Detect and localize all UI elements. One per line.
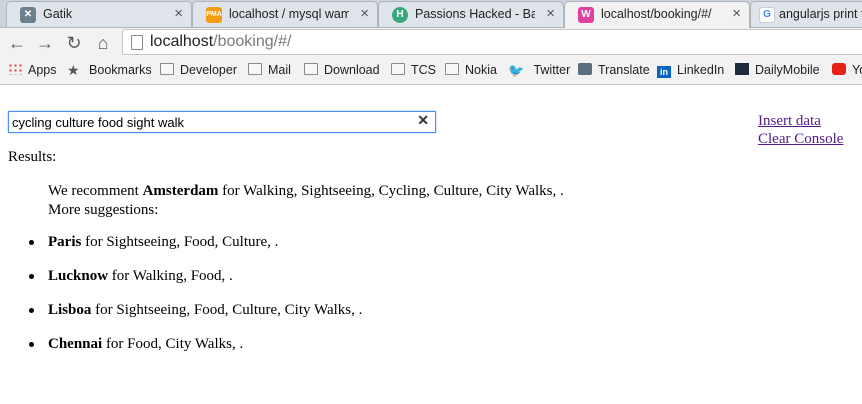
folder-icon [304, 63, 318, 75]
action-links: Insert data Clear Console [758, 112, 843, 148]
search-field[interactable]: ✕ [8, 111, 436, 133]
url-path: /booking/#/ [213, 33, 292, 50]
star-icon: ★ [67, 62, 80, 78]
back-icon[interactable]: ← [6, 32, 28, 54]
list-item: Chennai for Food, City Walks, . [28, 335, 362, 369]
home-icon[interactable]: ⌂ [92, 32, 114, 54]
tab-gatik[interactable]: ✕ Gatik × [6, 1, 192, 27]
close-tab-icon[interactable]: × [360, 2, 369, 26]
bookmark-label: Twitter [533, 63, 571, 77]
reload-icon[interactable]: ↻ [63, 32, 85, 54]
phpmyadmin-icon: PMA [206, 7, 222, 23]
bookmark-tcs[interactable]: TCS [391, 62, 436, 78]
bookmark-label: LinkedIn [677, 63, 725, 77]
tab-angularjs[interactable]: G angularjs print fri [750, 1, 862, 27]
bookmark-linkedin[interactable]: in LinkedIn [657, 62, 724, 78]
forward-icon[interactable]: → [34, 32, 56, 54]
bookmark-dailymobile[interactable]: DailyMobile [735, 62, 820, 78]
tab-title: angularjs print fri [779, 7, 862, 21]
insert-data-link[interactable]: Insert data [758, 112, 843, 130]
tab-title: localhost/booking/#/ [601, 7, 712, 21]
bookmark-bookmarks[interactable]: ★ Bookmarks [67, 62, 152, 78]
bookmark-label: Download [324, 63, 380, 77]
close-tab-icon[interactable]: × [546, 2, 555, 26]
suggestion-text: for Food, City Walks, . [102, 336, 244, 352]
recommended-city: Amsterdam [142, 183, 219, 199]
url-text[interactable]: localhost/booking/#/ [150, 33, 291, 51]
bookmark-translate[interactable]: Translate [578, 62, 650, 78]
tab-booking[interactable]: W localhost/booking/#/ × [564, 1, 750, 28]
address-bar[interactable]: localhost/booking/#/ [122, 29, 862, 55]
results-label: Results: [8, 149, 57, 165]
linkedin-icon: in [657, 66, 671, 78]
folder-icon [445, 63, 459, 75]
bookmark-twitter[interactable]: 🐦 Twitter [508, 62, 570, 79]
bookmark-label: TCS [411, 63, 436, 77]
url-host: localhost [150, 33, 214, 50]
browser-toolbar: ← → ↻ ⌂ localhost/booking/#/ [0, 28, 862, 58]
recommendation: We recomment Amsterdam for Walking, Sigh… [48, 182, 564, 220]
list-item: Lucknow for Walking, Food, . [28, 267, 362, 301]
more-suggestions-label: More suggestions: [48, 202, 159, 218]
bookmark-youtube[interactable]: Yo [832, 62, 862, 78]
twitter-icon: 🐦 [508, 63, 525, 78]
bookmark-label: DailyMobile [755, 63, 820, 77]
apps-icon [8, 63, 22, 75]
page-content: ✕ Insert data Clear Console Results: We … [0, 85, 862, 404]
folder-icon [160, 63, 174, 75]
tab-phpmyadmin[interactable]: PMA localhost / mysql wamps × [192, 1, 378, 27]
suggestions-list: Paris for Sightseeing, Food, Culture, . … [28, 233, 363, 369]
recommendation-prefix: We recomment [48, 183, 143, 199]
bookmark-mail[interactable]: Mail [248, 62, 291, 78]
close-tab-icon[interactable]: × [732, 2, 741, 26]
tab-title: Gatik [43, 7, 73, 21]
gatik-icon: ✕ [20, 7, 36, 23]
suggestion-text: for Sightseeing, Food, Culture, . [81, 234, 279, 250]
suggestion-city: Paris [48, 234, 82, 250]
page-icon [131, 35, 143, 50]
bookmark-label: Translate [598, 63, 650, 77]
tab-title: localhost / mysql wamps [229, 7, 349, 21]
translate-icon [578, 63, 592, 75]
booking-app-icon: W [578, 7, 594, 23]
suggestion-city: Lisboa [48, 302, 92, 318]
clear-search-icon[interactable]: ✕ [417, 114, 429, 130]
youtube-icon [832, 63, 846, 75]
dailymobile-icon [735, 63, 749, 75]
bookmark-label: Developer [180, 63, 237, 77]
suggestion-text: for Walking, Food, . [108, 268, 233, 284]
folder-icon [248, 63, 262, 75]
bookmark-apps[interactable]: Apps [8, 62, 57, 78]
bookmark-label: Yo [852, 63, 862, 77]
bookmark-label: Bookmarks [89, 63, 152, 77]
tab-passions-hacked[interactable]: H Passions Hacked - Back × [378, 1, 564, 27]
bookmark-label: Apps [28, 63, 57, 77]
bookmark-nokia[interactable]: Nokia [445, 62, 497, 78]
recommendation-suffix: for Walking, Sightseeing, Cycling, Cultu… [218, 183, 564, 199]
suggestion-city: Chennai [48, 336, 103, 352]
close-tab-icon[interactable]: × [174, 2, 183, 26]
suggestion-city: Lucknow [48, 268, 109, 284]
passions-hacked-icon: H [392, 7, 408, 23]
tab-title: Passions Hacked - Back [415, 7, 535, 21]
recommendation-line: We recomment Amsterdam for Walking, Sigh… [48, 182, 564, 201]
list-item: Paris for Sightseeing, Food, Culture, . [28, 233, 362, 267]
folder-icon [391, 63, 405, 75]
list-item: Lisboa for Sightseeing, Food, Culture, C… [28, 301, 363, 335]
clear-console-link[interactable]: Clear Console [758, 130, 843, 148]
bookmark-download[interactable]: Download [304, 62, 380, 78]
google-icon: G [759, 7, 775, 23]
bookmark-developer[interactable]: Developer [160, 62, 237, 78]
tab-strip: ✕ Gatik × PMA localhost / mysql wamps × … [0, 0, 862, 28]
suggestion-text: for Sightseeing, Food, Culture, City Wal… [91, 302, 363, 318]
bookmark-label: Mail [268, 63, 291, 77]
bookmarks-bar: Apps ★ Bookmarks Developer Mail Download… [0, 58, 862, 85]
bookmark-label: Nokia [465, 63, 497, 77]
search-input[interactable] [12, 113, 412, 131]
